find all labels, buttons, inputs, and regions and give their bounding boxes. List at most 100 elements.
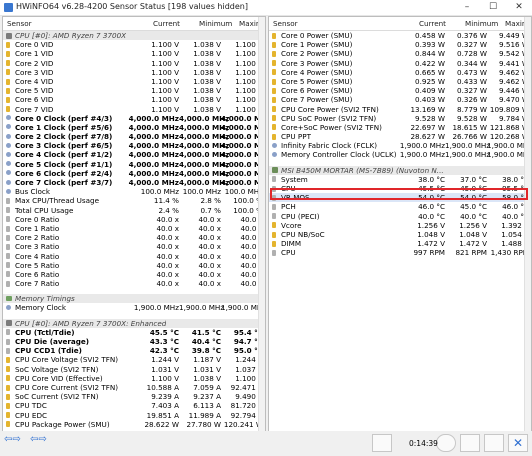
sensor-row[interactable]: CPU Package Power (SMU) 28.622 W 27.780 W1… xyxy=(3,420,265,429)
sensor-row[interactable]: CPU Die (average) 43.3 °C 40.4 °C 94.7 °C xyxy=(3,337,265,346)
sensor-row[interactable]: CPU Core Voltage (SVI2 TFN) 1.244 V 1.187 … xyxy=(3,355,265,364)
scrollbar[interactable] xyxy=(258,17,265,431)
sensor-row[interactable]: Core 7 Power (SMU) 0.403 W 0.326 W 9.470 W xyxy=(269,95,531,104)
sensor-row[interactable]: CPU NB/SoC 1.048 V 1.048 V 1.054 V xyxy=(269,230,531,239)
sensor-row[interactable]: DIMM 1.472 V 1.472 V 1.488 V xyxy=(269,239,531,248)
sensor-row[interactable]: Memory Clock 1,900.0 MHz 1,900.0 MHz 1,900.… xyxy=(3,303,265,312)
sensor-row[interactable]: Core 1 Power (SMU) 0.393 W 0.327 W 9.516 W xyxy=(269,40,531,49)
sensor-row[interactable]: CPU TDC 7.403 A 6.113 A 81.720 A xyxy=(3,401,265,410)
sensor-name: Core 4 VID xyxy=(15,76,54,86)
sensor-row[interactable]: Core 2 Ratio 40.0 x 40.0 x 40.0 x xyxy=(3,233,265,242)
scrollbar[interactable] xyxy=(524,17,531,431)
sensor-row[interactable]: SoC Voltage (SVI2 TFN) 1.031 V 1.031 V 1.03… xyxy=(3,365,265,374)
sensor-row[interactable]: Core 3 Power (SMU) 0.422 W 0.344 W 9.441 W xyxy=(269,59,531,68)
sensor-name: Core 2 Clock (perf #7/8) xyxy=(15,132,113,142)
maximize-button[interactable]: ☐ xyxy=(480,0,506,15)
sensor-row[interactable]: CPU Core Power (SVI2 TFN) 13.169 W 8.779 W… xyxy=(269,105,531,114)
sensor-row[interactable]: Core 6 VID 1.100 V 1.038 V 1.100 V xyxy=(3,95,265,104)
sensor-row[interactable]: Core 7 Ratio 40.0 x 40.0 x 40.0 x xyxy=(3,279,265,288)
sensor-row[interactable]: Vcore 1.256 V 1.256 V 1.392 V xyxy=(269,221,531,230)
sensor-row[interactable]: Core+SoC Power (SVI2 TFN) 22.697 W 18.615 … xyxy=(269,123,531,132)
sensor-row[interactable]: Core 7 Clock (perf #3/7) 4,000.0 MHz 4,000… xyxy=(3,178,265,187)
value-minimum: 8.779 W xyxy=(457,104,487,114)
sensor-row[interactable]: Core 2 Power (SMU) 0.844 W 0.728 W 9.542 W xyxy=(269,49,531,58)
column-header[interactable]: Sensor Current Minimum Maximum xyxy=(269,17,531,31)
sensor-group-header[interactable]: MSI B450M MORTAR (MS-7B89) (Nuvoton N... xyxy=(269,165,531,175)
sensor-row[interactable]: Core 6 Clock (perf #2/4) 4,000.0 MHz 4,000… xyxy=(3,169,265,178)
sensor-row[interactable]: Core 2 VID 1.100 V 1.038 V 1.100 V xyxy=(3,59,265,68)
sensor-row[interactable]: SoC Current (SVI2 TFN) 9.239 A 9.237 A 9.49… xyxy=(3,392,265,401)
sensor-pane-left[interactable]: Sensor Current Minimum Maximum CPU [#0]:… xyxy=(2,16,266,432)
sensor-row[interactable]: Bus Clock 100.0 MHz 100.0 MHz 100.0 MHz xyxy=(3,187,265,196)
sensor-row[interactable]: CPU (Tctl/Tdie) 45.5 °C 41.5 °C 95.4 °C xyxy=(3,328,265,337)
sensor-row[interactable]: Max CPU/Thread Usage 11.4 % 2.8 % 100.0 % xyxy=(3,196,265,205)
clock-icon[interactable] xyxy=(436,434,456,452)
header-current[interactable]: Current xyxy=(419,19,446,28)
sensor-row[interactable]: Core 4 VID 1.100 V 1.038 V 1.100 V xyxy=(3,77,265,86)
sensor-row[interactable]: Core 0 Clock (perf #4/3) 4,000.0 MHz 4,000… xyxy=(3,114,265,123)
sensor-row[interactable]: Core 7 VID 1.100 V 1.038 V 1.100 V xyxy=(3,105,265,114)
minimize-button[interactable]: – xyxy=(454,0,480,15)
header-minimum[interactable]: Minimum xyxy=(465,19,498,28)
header-sensor[interactable]: Sensor xyxy=(7,19,32,28)
network-icon[interactable] xyxy=(372,434,392,452)
sensor-row[interactable]: Core 6 Ratio 40.0 x 40.0 x 40.0 x xyxy=(3,270,265,279)
sensor-row[interactable]: CPU SoC Power (SVI2 TFN) 9.528 W 9.528 W 9.… xyxy=(269,114,531,123)
sensor-row[interactable]: CPU CCD1 (Tdie) 42.3 °C 39.8 °C 95.0 °C xyxy=(3,346,265,355)
sensor-group-header[interactable]: CPU [#0]: AMD Ryzen 7 3700X: Enhanced xyxy=(3,318,265,328)
sensor-row[interactable]: Core 5 VID 1.100 V 1.038 V 1.100 V xyxy=(3,86,265,95)
value-minimum: 26.766 W xyxy=(452,132,487,142)
pwr-icon xyxy=(6,60,10,67)
sensor-row[interactable]: CPU EDC 19.851 A 11.989 A 92.794 A xyxy=(3,411,265,420)
sensor-pane-right[interactable]: Sensor Current Minimum Maximum Core 0 Po… xyxy=(268,16,532,432)
sensor-row[interactable]: Core 3 Ratio 40.0 x 40.0 x 40.0 x xyxy=(3,242,265,251)
sensor-row[interactable]: Core 1 Ratio 40.0 x 40.0 x 40.0 x xyxy=(3,224,265,233)
sensor-row[interactable]: Total CPU Usage 2.4 % 0.7 % 100.0 % xyxy=(3,206,265,215)
arrow-left-right-icon[interactable]: ⇦⇨ xyxy=(30,434,47,445)
sensor-group-header[interactable]: Memory Timings xyxy=(3,294,265,304)
sensor-row[interactable]: Core 5 Power (SMU) 0.925 W 0.433 W 9.462 W xyxy=(269,77,531,86)
sensor-group-header[interactable]: CPU [#0]: AMD Ryzen 7 3700X xyxy=(3,31,265,41)
sensor-row[interactable]: System 38.0 °C 37.0 °C 38.0 °C xyxy=(269,175,531,184)
sensor-name: Core 0 Power (SMU) xyxy=(281,31,353,40)
sensor-row[interactable]: Core 0 VID 1.100 V 1.038 V 1.100 V xyxy=(3,40,265,49)
close-icon[interactable]: ✕ xyxy=(508,434,528,452)
header-current[interactable]: Current xyxy=(153,19,180,28)
gen-icon xyxy=(6,329,10,336)
sensor-row[interactable]: Infinity Fabric Clock (FCLK) 1,900.0 MHz 1… xyxy=(269,141,531,150)
sensor-row[interactable]: Core 0 Power (SMU) 0.458 W 0.376 W 9.449 W xyxy=(269,31,531,40)
sensor-row[interactable]: CPU Core VID (Effective) 1.100 V 1.038 V 1.… xyxy=(3,374,265,383)
sensor-row[interactable]: CPU (PECI) 40.0 °C 40.0 °C 40.0 °C xyxy=(269,212,531,221)
sensor-row[interactable]: PCH 46.0 °C 45.0 °C 46.0 °C xyxy=(269,202,531,211)
close-button[interactable]: ✕ xyxy=(506,0,532,15)
header-sensor[interactable]: Sensor xyxy=(273,19,298,28)
sensor-row[interactable]: Core 1 Clock (perf #5/6) 4,000.0 MHz 4,000… xyxy=(3,123,265,132)
sensor-row[interactable]: Core 4 Ratio 40.0 x 40.0 x 40.0 x xyxy=(3,252,265,261)
sensor-row[interactable]: Core 3 VID 1.100 V 1.038 V 1.100 V xyxy=(3,68,265,77)
sensor-row[interactable]: CPU 997 RPM 821 RPM 1,430 RPM xyxy=(269,248,531,257)
sensor-row[interactable]: CPU PPT 28.627 W 26.766 W 120.268 W xyxy=(269,132,531,141)
report-icon[interactable] xyxy=(460,434,480,452)
sensor-row[interactable]: Core 6 Power (SMU) 0.409 W 0.327 W 9.446 W xyxy=(269,86,531,95)
sensor-row[interactable]: Core 1 VID 1.100 V 1.038 V 1.100 V xyxy=(3,49,265,58)
value-minimum: 7.059 A xyxy=(193,382,221,392)
sensor-row[interactable]: Memory Controller Clock (UCLK) 1,900.0 MH… xyxy=(269,150,531,159)
pwr-icon xyxy=(6,87,10,94)
sensor-row[interactable]: Core 0 Ratio 40.0 x 40.0 x 40.0 x xyxy=(3,215,265,224)
sensor-name: Core 3 VID xyxy=(15,67,54,77)
value-maximum: 4,000.0 MHz xyxy=(221,113,265,123)
sensor-row[interactable]: Core 3 Clock (perf #6/5) 4,000.0 MHz 4,000… xyxy=(3,141,265,150)
sensor-row[interactable]: Core 5 Clock (perf #1/1) 4,000.0 MHz 4,000… xyxy=(3,160,265,169)
header-minimum[interactable]: Minimum xyxy=(199,19,232,28)
value-current: 1.100 V xyxy=(151,40,179,50)
sensor-row[interactable]: Core 2 Clock (perf #7/8) 4,000.0 MHz 4,000… xyxy=(3,132,265,141)
value-current: 1.100 V xyxy=(151,95,179,105)
sensor-row[interactable]: Core 4 Clock (perf #1/2) 4,000.0 MHz 4,000… xyxy=(3,150,265,159)
arrow-left-right-icon[interactable]: ⇦⇨ xyxy=(4,434,21,445)
column-header[interactable]: Sensor Current Minimum Maximum xyxy=(3,17,265,31)
reset-icon[interactable] xyxy=(484,434,504,452)
sensor-row[interactable]: Core 5 Ratio 40.0 x 40.0 x 40.0 x xyxy=(3,261,265,270)
pwr-icon xyxy=(272,32,276,39)
sensor-row[interactable]: CPU Core Current (SVI2 TFN) 10.588 A 7.059… xyxy=(3,383,265,392)
sensor-row[interactable]: Core 4 Power (SMU) 0.665 W 0.473 W 9.462 W xyxy=(269,68,531,77)
